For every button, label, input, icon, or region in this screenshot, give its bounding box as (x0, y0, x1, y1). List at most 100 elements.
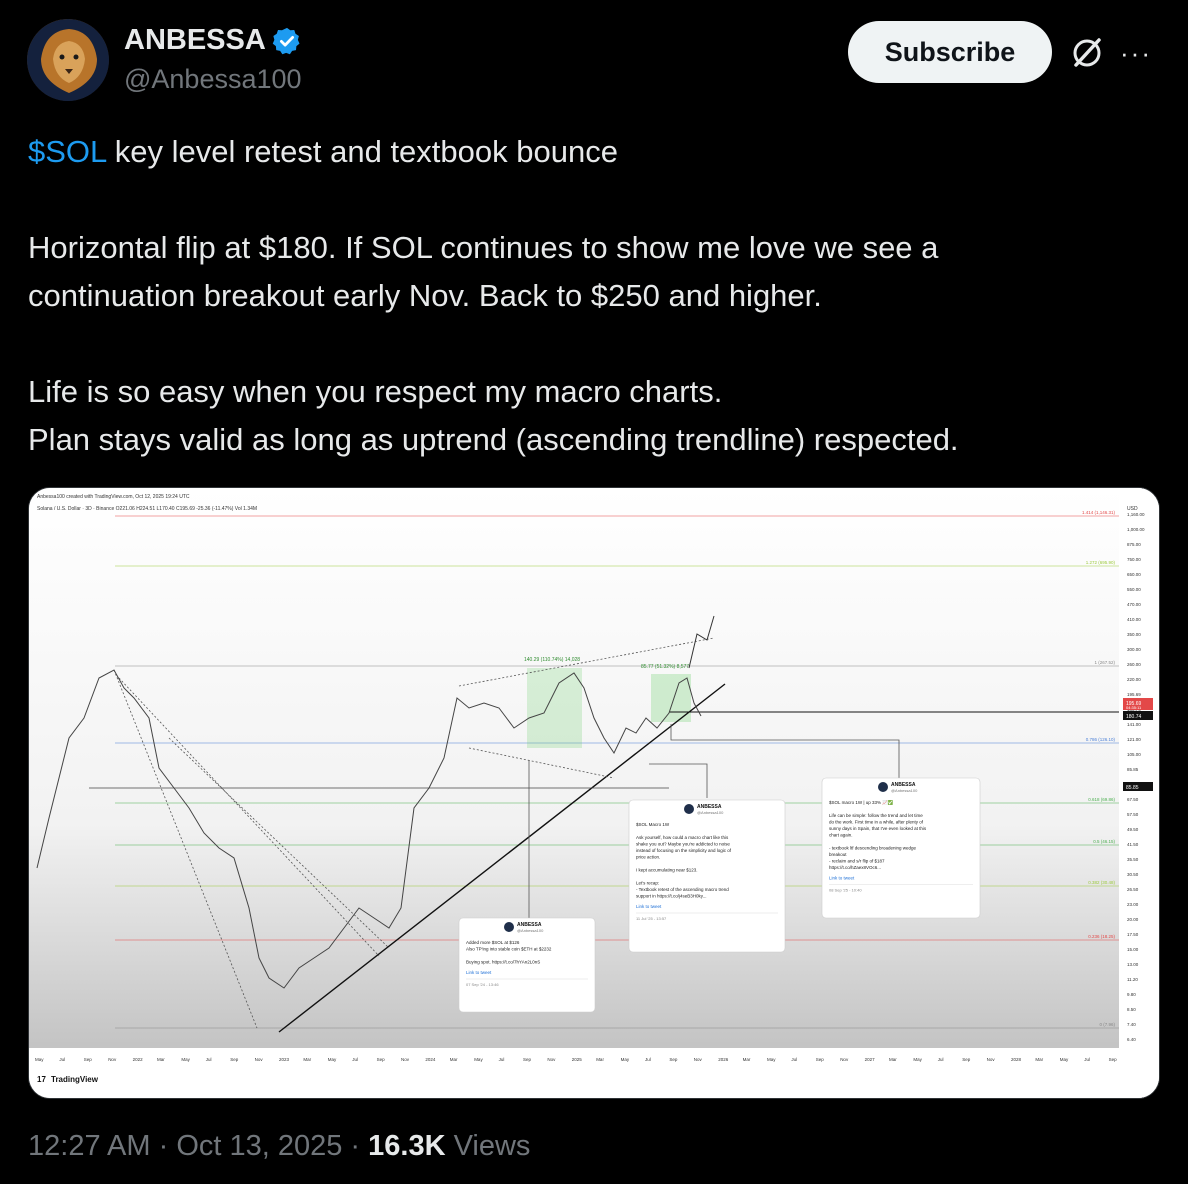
time-tick: 2026 (718, 1057, 729, 1062)
price-tick: 105.00 (1127, 752, 1141, 757)
tweet-p3-line2: Plan stays valid as long as uptrend (asc… (28, 422, 959, 457)
time-tick: 2025 (572, 1057, 583, 1062)
price-tick: 1,160.00 (1127, 512, 1145, 517)
time-tick: Jul (59, 1057, 65, 1062)
time-tick: May (35, 1057, 44, 1062)
embedded-avatar (504, 922, 514, 932)
tweet-p2-line1: Horizontal flip at $180. If SOL continue… (28, 230, 939, 265)
embedded-text: I kept accumulating near $123. (636, 868, 698, 873)
embedded-tweet-card: ANBESSA@Anbessa100$SOL Macro 1WAsk yours… (628, 799, 786, 953)
time-tick: Sep (523, 1057, 532, 1062)
price-tick: 35.50 (1127, 857, 1139, 862)
time-tick: May (767, 1057, 776, 1062)
embedded-handle: @Anbessa100 (697, 810, 724, 815)
views-count: 16.3K (368, 1130, 446, 1162)
measure-label-1: 140.29 (110.74%) 14,028 (524, 657, 580, 663)
time-tick: Nov (694, 1057, 703, 1062)
price-tick: 875.00 (1127, 542, 1141, 547)
price-tick: 141.00 (1127, 722, 1141, 727)
time-tick: 2023 (279, 1057, 290, 1062)
more-options-icon[interactable]: ··· (1120, 38, 1152, 69)
meta-separator-1: · (150, 1130, 177, 1162)
tweet-media-chart[interactable]: Anbessa100 created with TradingView.com,… (28, 487, 1160, 1099)
time-tick: Sep (84, 1057, 93, 1062)
fib-label: 0 (7.96) (1099, 1022, 1115, 1027)
fib-label: 0.618 (69.86) (1088, 797, 1115, 802)
tradingview-brand: TradingView (51, 1075, 99, 1084)
embedded-text: chart again. (829, 833, 853, 838)
price-tick: 20.00 (1127, 917, 1139, 922)
subscribe-button[interactable]: Subscribe (848, 21, 1052, 83)
time-tick: May (913, 1057, 922, 1062)
tweet-line-1: $SOL key level retest and textbook bounc… (28, 128, 1158, 176)
time-tick: Nov (547, 1057, 556, 1062)
grok-icon[interactable] (1068, 34, 1106, 72)
embedded-link: Link to tweet (466, 970, 492, 975)
time-tick: Mar (450, 1057, 458, 1062)
price-tick: 26.50 (1127, 887, 1139, 892)
meta-separator-2: · (342, 1130, 369, 1162)
time-tick: Nov (987, 1057, 996, 1062)
embedded-text: support in https://t.co/j4seB3H0ky... (636, 894, 706, 899)
time-tick: Sep (962, 1057, 971, 1062)
time-tick: Mar (303, 1057, 311, 1062)
author-name-row[interactable]: ANBESSA (124, 24, 302, 57)
price-tick: 750.00 (1127, 557, 1141, 562)
chart-header-1: Anbessa100 created with TradingView.com,… (37, 494, 190, 500)
price-tick: 300.00 (1127, 647, 1141, 652)
fib-label: 1.414 (1,146.31) (1082, 510, 1116, 515)
price-tick: 550.00 (1127, 587, 1141, 592)
embedded-tweet-card: ANBESSA@Anbessa100Added more $SOL at $12… (458, 917, 596, 1013)
embedded-text: breakout (829, 852, 847, 857)
time-tick: 2024 (425, 1057, 436, 1062)
level-badge-text: 180.74 (1126, 714, 1142, 720)
time-tick: Mar (596, 1057, 604, 1062)
time-tick: May (181, 1057, 190, 1062)
cashtag-link[interactable]: $SOL (28, 134, 106, 169)
time-tick: 2028 (1011, 1057, 1022, 1062)
time-tick: Nov (108, 1057, 117, 1062)
time-tick: Mar (157, 1057, 165, 1062)
price-tick: 41.50 (1127, 842, 1139, 847)
tweet-date[interactable]: Oct 13, 2025 (176, 1130, 342, 1162)
time-tick: Mar (743, 1057, 751, 1062)
embedded-text: Life can be simple: follow the trend and… (829, 813, 923, 818)
low-badge-text: 85.85 (1126, 785, 1139, 791)
tweet-p2-line2: continuation breakout early Nov. Back to… (28, 278, 822, 313)
price-tick: 470.00 (1127, 602, 1141, 607)
embedded-link: Link to tweet (829, 876, 855, 881)
time-tick: Sep (669, 1057, 678, 1062)
embedded-date: 11 Jul '25 - 13:57 (636, 916, 667, 921)
embedded-text: sunny days in Spain, that I've even look… (829, 826, 927, 831)
tweet-time[interactable]: 12:27 AM (28, 1130, 151, 1162)
embedded-tweet-card: ANBESSA@Anbessa100$SOL macro 1W | up 33%… (821, 777, 981, 919)
author-handle[interactable]: @Anbessa100 (124, 64, 302, 95)
price-tick: 1,000.00 (1127, 527, 1145, 532)
current-price-timer: 04:35:11 (1126, 705, 1142, 710)
embedded-link: Link to tweet (636, 904, 662, 909)
time-tick: Jul (645, 1057, 651, 1062)
price-tick: 350.00 (1127, 632, 1141, 637)
fib-label: 0.236 (18.25) (1088, 934, 1115, 939)
price-tick: 9.80 (1127, 992, 1136, 997)
time-tick: Nov (401, 1057, 410, 1062)
time-tick: May (328, 1057, 337, 1062)
embedded-avatar (684, 804, 694, 814)
price-tick: 121.00 (1127, 737, 1141, 742)
author-name[interactable]: ANBESSA (124, 24, 266, 57)
author-avatar[interactable] (27, 19, 109, 101)
price-tick: 6.40 (1127, 1037, 1136, 1042)
fib-label: 0.786 (126.10) (1086, 737, 1116, 742)
embedded-handle: @Anbessa100 (891, 788, 918, 793)
lion-avatar-icon (27, 19, 109, 101)
embedded-text: https://t.co/hZaex8VOc6... (829, 865, 881, 870)
time-tick: Jul (938, 1057, 944, 1062)
time-tick: Jul (1084, 1057, 1090, 1062)
embedded-text: Buying spot. https://t.co/7hYAn2L0nS (466, 960, 540, 965)
price-tick: 260.00 (1127, 662, 1141, 667)
embedded-date: 07 Sep '24 - 13:46 (466, 982, 499, 987)
time-tick: Mar (1035, 1057, 1043, 1062)
fib-label: 1 (267.52) (1094, 660, 1115, 665)
verified-badge-icon (272, 27, 300, 54)
price-tick: 7.40 (1127, 1022, 1136, 1027)
